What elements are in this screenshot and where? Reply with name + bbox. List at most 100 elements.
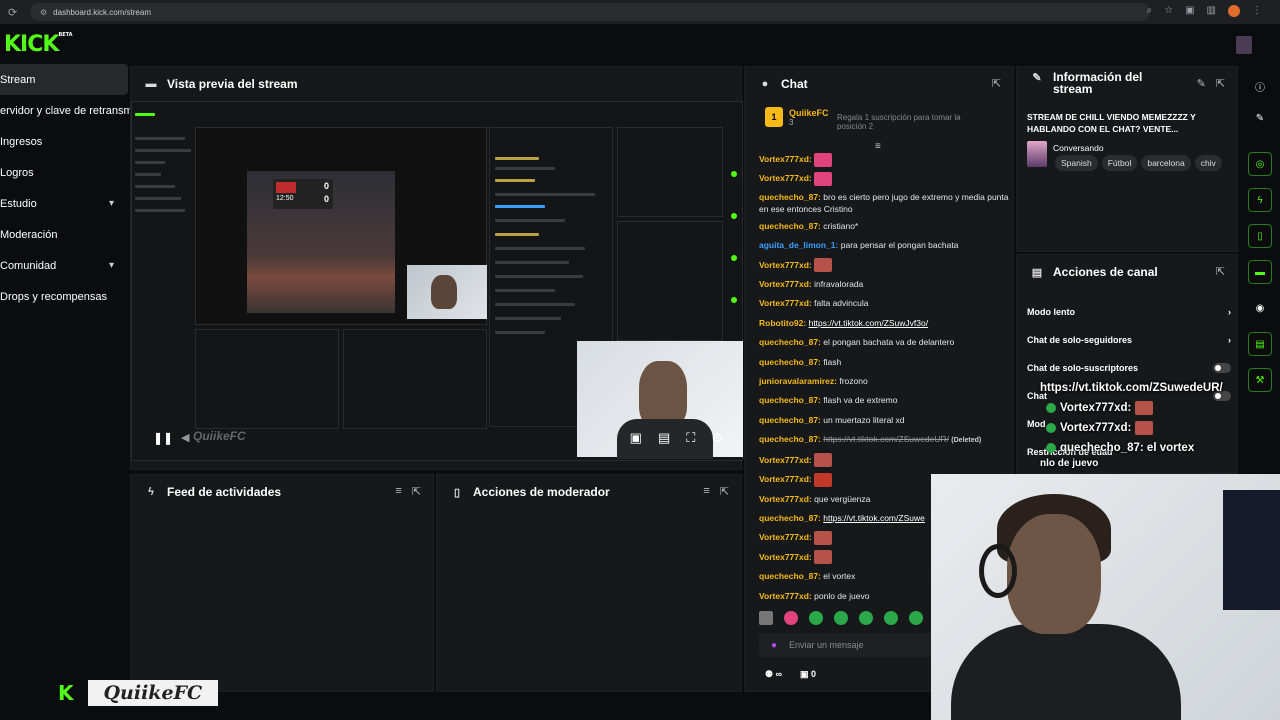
filter-icon[interactable]: ≡	[703, 485, 709, 498]
pip-icon[interactable]: ▣	[630, 430, 642, 446]
reload-icon[interactable]: ⟳	[8, 6, 24, 19]
subscribers-only-toggle[interactable]	[1213, 363, 1231, 373]
gift-counter[interactable]: ▣ 0	[800, 669, 816, 680]
popout-icon[interactable]: ⇱	[720, 485, 729, 498]
slow-mode-row[interactable]: Modo lento ›	[1027, 307, 1231, 317]
sidebar-item-comunidad[interactable]: Comunidad ▾	[0, 250, 128, 281]
chat-username[interactable]: Vortex777xd:	[759, 591, 812, 601]
viewers-icon[interactable]: ⚉ ∞	[765, 669, 782, 680]
popout-icon[interactable]: ⇱	[1216, 265, 1225, 278]
site-info-icon[interactable]: ⚙	[40, 8, 47, 17]
chat-message[interactable]: Vortex777xd:	[759, 169, 1009, 188]
chat-icon[interactable]: ▬	[1248, 260, 1272, 284]
chat-username[interactable]: quechecho_87:	[759, 513, 821, 523]
bookmark-star-icon[interactable]: ☆	[1164, 5, 1173, 17]
chat-username[interactable]: Vortex777xd:	[759, 298, 812, 308]
stream-video[interactable]: 0 0 12:50 ❚❚ ◀ QuiikeFC ▣ ▤ ⛶ ⚙	[131, 101, 743, 461]
chat-username[interactable]: Vortex777xd:	[759, 552, 812, 562]
tag-chip[interactable]: chiv	[1194, 155, 1222, 171]
popout-icon[interactable]: ⇱	[412, 485, 421, 498]
chat-username[interactable]: Vortex777xd:	[759, 260, 812, 270]
settings-icon[interactable]: ⚙	[711, 430, 723, 446]
chat-username[interactable]: quechecho_87:	[759, 415, 821, 425]
user-avatar[interactable]	[1236, 36, 1252, 54]
theater-icon[interactable]: ▤	[658, 430, 670, 446]
tag-chip[interactable]: Fútbol	[1101, 155, 1138, 171]
sidebar-item-logros[interactable]: Logros	[0, 157, 128, 188]
chat-message[interactable]: quechecho_87: flash	[759, 353, 1009, 372]
sidebar-item-estudio[interactable]: Estudio ▾	[0, 188, 128, 219]
pinned-gifter[interactable]: 1 QuiikeFC 3	[765, 107, 829, 127]
sidebar-item-ingresos[interactable]: Ingresos	[0, 126, 128, 157]
edit-icon[interactable]: ✎	[1197, 77, 1206, 90]
chat-message[interactable]: aguita_de_limon_1: para pensar el pongan…	[759, 236, 1009, 255]
badge-icon[interactable]	[784, 611, 798, 625]
chat-message[interactable]: quechecho_87: el pongan bachata va de de…	[759, 333, 1009, 352]
bolt-icon[interactable]: ϟ	[1248, 188, 1272, 212]
chat-username[interactable]: quechecho_87:	[759, 357, 821, 367]
user-icon[interactable]	[759, 611, 773, 625]
chat-username[interactable]: quechecho_87:	[759, 434, 821, 444]
chat-username[interactable]: junioravalaramirez:	[759, 376, 837, 386]
chat-username[interactable]: Vortex777xd:	[759, 474, 812, 484]
chat-message[interactable]: quechecho_87: cristiano*	[759, 217, 1009, 236]
chat-username[interactable]: aguita_de_limon_1:	[759, 240, 838, 250]
chat-message[interactable]: Robotito92: https://vt.tiktok.com/ZSuwJv…	[759, 314, 1009, 333]
chat-message[interactable]: quechecho_87: bro es cierto pero jugo de…	[759, 189, 1009, 217]
kick-logo[interactable]: KICKBETA	[4, 32, 73, 57]
menu-icon[interactable]: ⋮	[1252, 5, 1262, 17]
pause-icon[interactable]: ❚❚	[153, 431, 173, 445]
chat-message[interactable]: quechecho_87: flash va de extremo	[759, 391, 1009, 410]
chat-message[interactable]: Vortex777xd:	[759, 451, 1009, 470]
sidebar-item-drops[interactable]: Drops y recompensas	[0, 281, 128, 312]
badge-icon[interactable]	[909, 611, 923, 625]
chat-username[interactable]: quechecho_87:	[759, 221, 821, 231]
volume-icon[interactable]: ◀	[181, 431, 189, 444]
channel-icon[interactable]: ▤	[1248, 332, 1272, 356]
chat-username[interactable]: Vortex777xd:	[759, 279, 812, 289]
chat-username[interactable]: quechecho_87:	[759, 395, 821, 405]
filter-icon[interactable]: ≡	[395, 485, 401, 498]
zoom-icon[interactable]: ⌕	[1147, 5, 1153, 17]
chat-username[interactable]: Robotito92:	[759, 318, 806, 328]
document-icon[interactable]: ▯	[1248, 224, 1272, 248]
badge-icon[interactable]	[809, 611, 823, 625]
chat-message[interactable]: Vortex777xd:	[759, 150, 1009, 169]
extensions-icon[interactable]: ▣	[1185, 5, 1194, 17]
tag-chip[interactable]: Spanish	[1055, 155, 1098, 171]
chat-username[interactable]: Vortex777xd:	[759, 154, 812, 164]
followers-only-row[interactable]: Chat de solo-seguidores ›	[1027, 335, 1231, 345]
badge-icon[interactable]	[859, 611, 873, 625]
chat-message[interactable]: junioravalaramirez: frozono	[759, 372, 1009, 391]
chat-link[interactable]: https://vt.tiktok.com/ZSuwe	[823, 513, 925, 523]
profile-avatar[interactable]	[1228, 5, 1240, 17]
chat-message[interactable]: quechecho_87: un muertazo literal xd	[759, 411, 1009, 430]
sidebar-item-moderacion[interactable]: Moderación	[0, 219, 128, 250]
chat-username[interactable]: quechecho_87:	[759, 192, 821, 202]
sidebar-item-stream[interactable]: Stream	[0, 64, 128, 95]
fullscreen-icon[interactable]: ⛶	[686, 430, 695, 446]
edit-icon[interactable]: ✎	[1248, 106, 1272, 130]
popout-icon[interactable]: ⇱	[992, 77, 1001, 90]
info-icon[interactable]: ⓘ	[1248, 74, 1272, 98]
chat-message[interactable]: Vortex777xd: falta advincula	[759, 294, 1009, 313]
subscribers-only-row[interactable]: Chat de solo-suscriptores	[1027, 363, 1231, 373]
address-bar[interactable]: ⚙ dashboard.kick.com/stream	[30, 3, 1150, 21]
badge-icon[interactable]	[834, 611, 848, 625]
chat-username[interactable]: quechecho_87:	[759, 337, 821, 347]
popout-icon[interactable]: ⇱	[1216, 77, 1225, 90]
camera-icon[interactable]: ◎	[1248, 152, 1272, 176]
chat-username[interactable]: Vortex777xd:	[759, 494, 812, 504]
tag-chip[interactable]: barcelona	[1141, 155, 1191, 171]
mic-icon[interactable]: ●	[771, 640, 777, 651]
broadcast-icon[interactable]: ◉	[1248, 296, 1272, 320]
chat-message[interactable]: Vortex777xd:	[759, 256, 1009, 275]
chat-link[interactable]: https://vt.tiktok.com/ZSuwJvf3o/	[809, 318, 929, 328]
chat-username[interactable]: Vortex777xd:	[759, 532, 812, 542]
chat-username[interactable]: Vortex777xd:	[759, 173, 812, 183]
sidebar-item-server-key[interactable]: ervidor y clave de retransm	[0, 95, 133, 126]
chat-message[interactable]: Vortex777xd: infravalorada	[759, 275, 1009, 294]
sidepanel-icon[interactable]: ▥	[1207, 5, 1216, 17]
chat-username[interactable]: quechecho_87:	[759, 571, 821, 581]
chat-username[interactable]: Vortex777xd:	[759, 455, 812, 465]
